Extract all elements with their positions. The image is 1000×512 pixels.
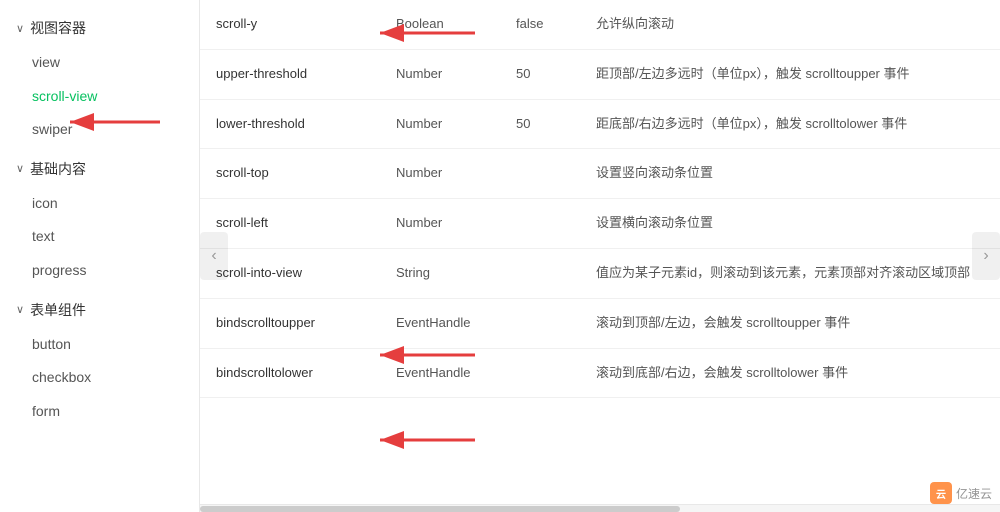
- prop-type: Number: [380, 99, 500, 149]
- watermark-text: 亿速云: [956, 485, 992, 502]
- sidebar-group-title-form-components[interactable]: ∨ 表单组件: [0, 292, 199, 328]
- prop-type: EventHandle: [380, 348, 500, 398]
- horizontal-scrollbar[interactable]: [200, 504, 1000, 512]
- watermark-icon: 云: [930, 482, 952, 504]
- scrollbar-thumb: [200, 506, 680, 512]
- nav-next-button[interactable]: ›: [972, 232, 1000, 280]
- sidebar-item-scroll-view[interactable]: scroll-view: [0, 80, 199, 114]
- sidebar-item-form[interactable]: form: [0, 395, 199, 429]
- sidebar-group-title-basic-content[interactable]: ∨ 基础内容: [0, 151, 199, 187]
- prop-type: Boolean: [380, 0, 500, 49]
- prop-name: scroll-y: [200, 0, 380, 49]
- nav-prev-button[interactable]: ‹: [200, 232, 228, 280]
- prop-desc: 滚动到底部/右边，会触发 scrolltolower 事件: [580, 348, 1000, 398]
- sidebar-item-text[interactable]: text: [0, 220, 199, 254]
- prop-default: 50: [500, 49, 580, 99]
- prop-default: false: [500, 0, 580, 49]
- sidebar-group-title-view-container[interactable]: ∨ 视图容器: [0, 10, 199, 46]
- main-content-area: ‹ scroll-y Boolean false 允许纵向滚动 upper-th…: [200, 0, 1000, 512]
- table-row: scroll-y Boolean false 允许纵向滚动: [200, 0, 1000, 49]
- prop-name: scroll-top: [200, 149, 380, 199]
- table-row: upper-threshold Number 50 距顶部/左边多远时（单位px…: [200, 49, 1000, 99]
- prop-default: [500, 248, 580, 298]
- prop-default: [500, 348, 580, 398]
- prop-type: Number: [380, 149, 500, 199]
- prop-name: bindscrolltolower: [200, 348, 380, 398]
- sidebar-item-view[interactable]: view: [0, 46, 199, 80]
- table-row: lower-threshold Number 50 距底部/右边多远时（单位px…: [200, 99, 1000, 149]
- sidebar-group-basic-content: ∨ 基础内容 icon text progress: [0, 151, 199, 288]
- prop-desc: 值应为某子元素id，则滚动到该元素，元素顶部对齐滚动区域顶部: [580, 248, 1000, 298]
- prop-default: [500, 298, 580, 348]
- sidebar-item-swiper[interactable]: swiper: [0, 113, 199, 147]
- prop-default: 50: [500, 99, 580, 149]
- chevron-down-icon: ∨: [16, 22, 24, 35]
- table-row: scroll-top Number 设置竖向滚动条位置: [200, 149, 1000, 199]
- watermark: 云 亿速云: [930, 482, 992, 504]
- sidebar: ∨ 视图容器 view scroll-view swiper ∨ 基础内容 ic…: [0, 0, 200, 512]
- prop-type: String: [380, 248, 500, 298]
- chevron-down-icon-3: ∨: [16, 303, 24, 316]
- sidebar-group-form-components: ∨ 表单组件 button checkbox form: [0, 292, 199, 429]
- chevron-down-icon-2: ∨: [16, 162, 24, 175]
- prop-name: upper-threshold: [200, 49, 380, 99]
- prop-name: lower-threshold: [200, 99, 380, 149]
- prop-type: Number: [380, 199, 500, 249]
- prop-desc: 设置横向滚动条位置: [580, 199, 1000, 249]
- table-row: bindscrolltoupper EventHandle 滚动到顶部/左边，会…: [200, 298, 1000, 348]
- sidebar-group-label: 视图容器: [30, 18, 86, 38]
- prop-type: EventHandle: [380, 298, 500, 348]
- prop-default: [500, 199, 580, 249]
- prop-desc: 允许纵向滚动: [580, 0, 1000, 49]
- table-row: scroll-into-view String 值应为某子元素id，则滚动到该元…: [200, 248, 1000, 298]
- sidebar-item-checkbox[interactable]: checkbox: [0, 361, 199, 395]
- properties-table: scroll-y Boolean false 允许纵向滚动 upper-thre…: [200, 0, 1000, 398]
- sidebar-group-label-3: 表单组件: [30, 300, 86, 320]
- table-row: scroll-left Number 设置横向滚动条位置: [200, 199, 1000, 249]
- sidebar-group-label-2: 基础内容: [30, 159, 86, 179]
- sidebar-item-icon[interactable]: icon: [0, 187, 199, 221]
- prop-desc: 滚动到顶部/左边，会触发 scrolltoupper 事件: [580, 298, 1000, 348]
- table-row: bindscrolltolower EventHandle 滚动到底部/右边，会…: [200, 348, 1000, 398]
- prop-desc: 设置竖向滚动条位置: [580, 149, 1000, 199]
- prop-type: Number: [380, 49, 500, 99]
- prop-desc: 距顶部/左边多远时（单位px），触发 scrolltoupper 事件: [580, 49, 1000, 99]
- sidebar-item-button[interactable]: button: [0, 328, 199, 362]
- prop-default: [500, 149, 580, 199]
- sidebar-item-progress[interactable]: progress: [0, 254, 199, 288]
- sidebar-group-view-container: ∨ 视图容器 view scroll-view swiper: [0, 10, 199, 147]
- prop-desc: 距底部/右边多远时（单位px），触发 scrolltolower 事件: [580, 99, 1000, 149]
- properties-table-container[interactable]: scroll-y Boolean false 允许纵向滚动 upper-thre…: [200, 0, 1000, 504]
- prop-name: bindscrolltoupper: [200, 298, 380, 348]
